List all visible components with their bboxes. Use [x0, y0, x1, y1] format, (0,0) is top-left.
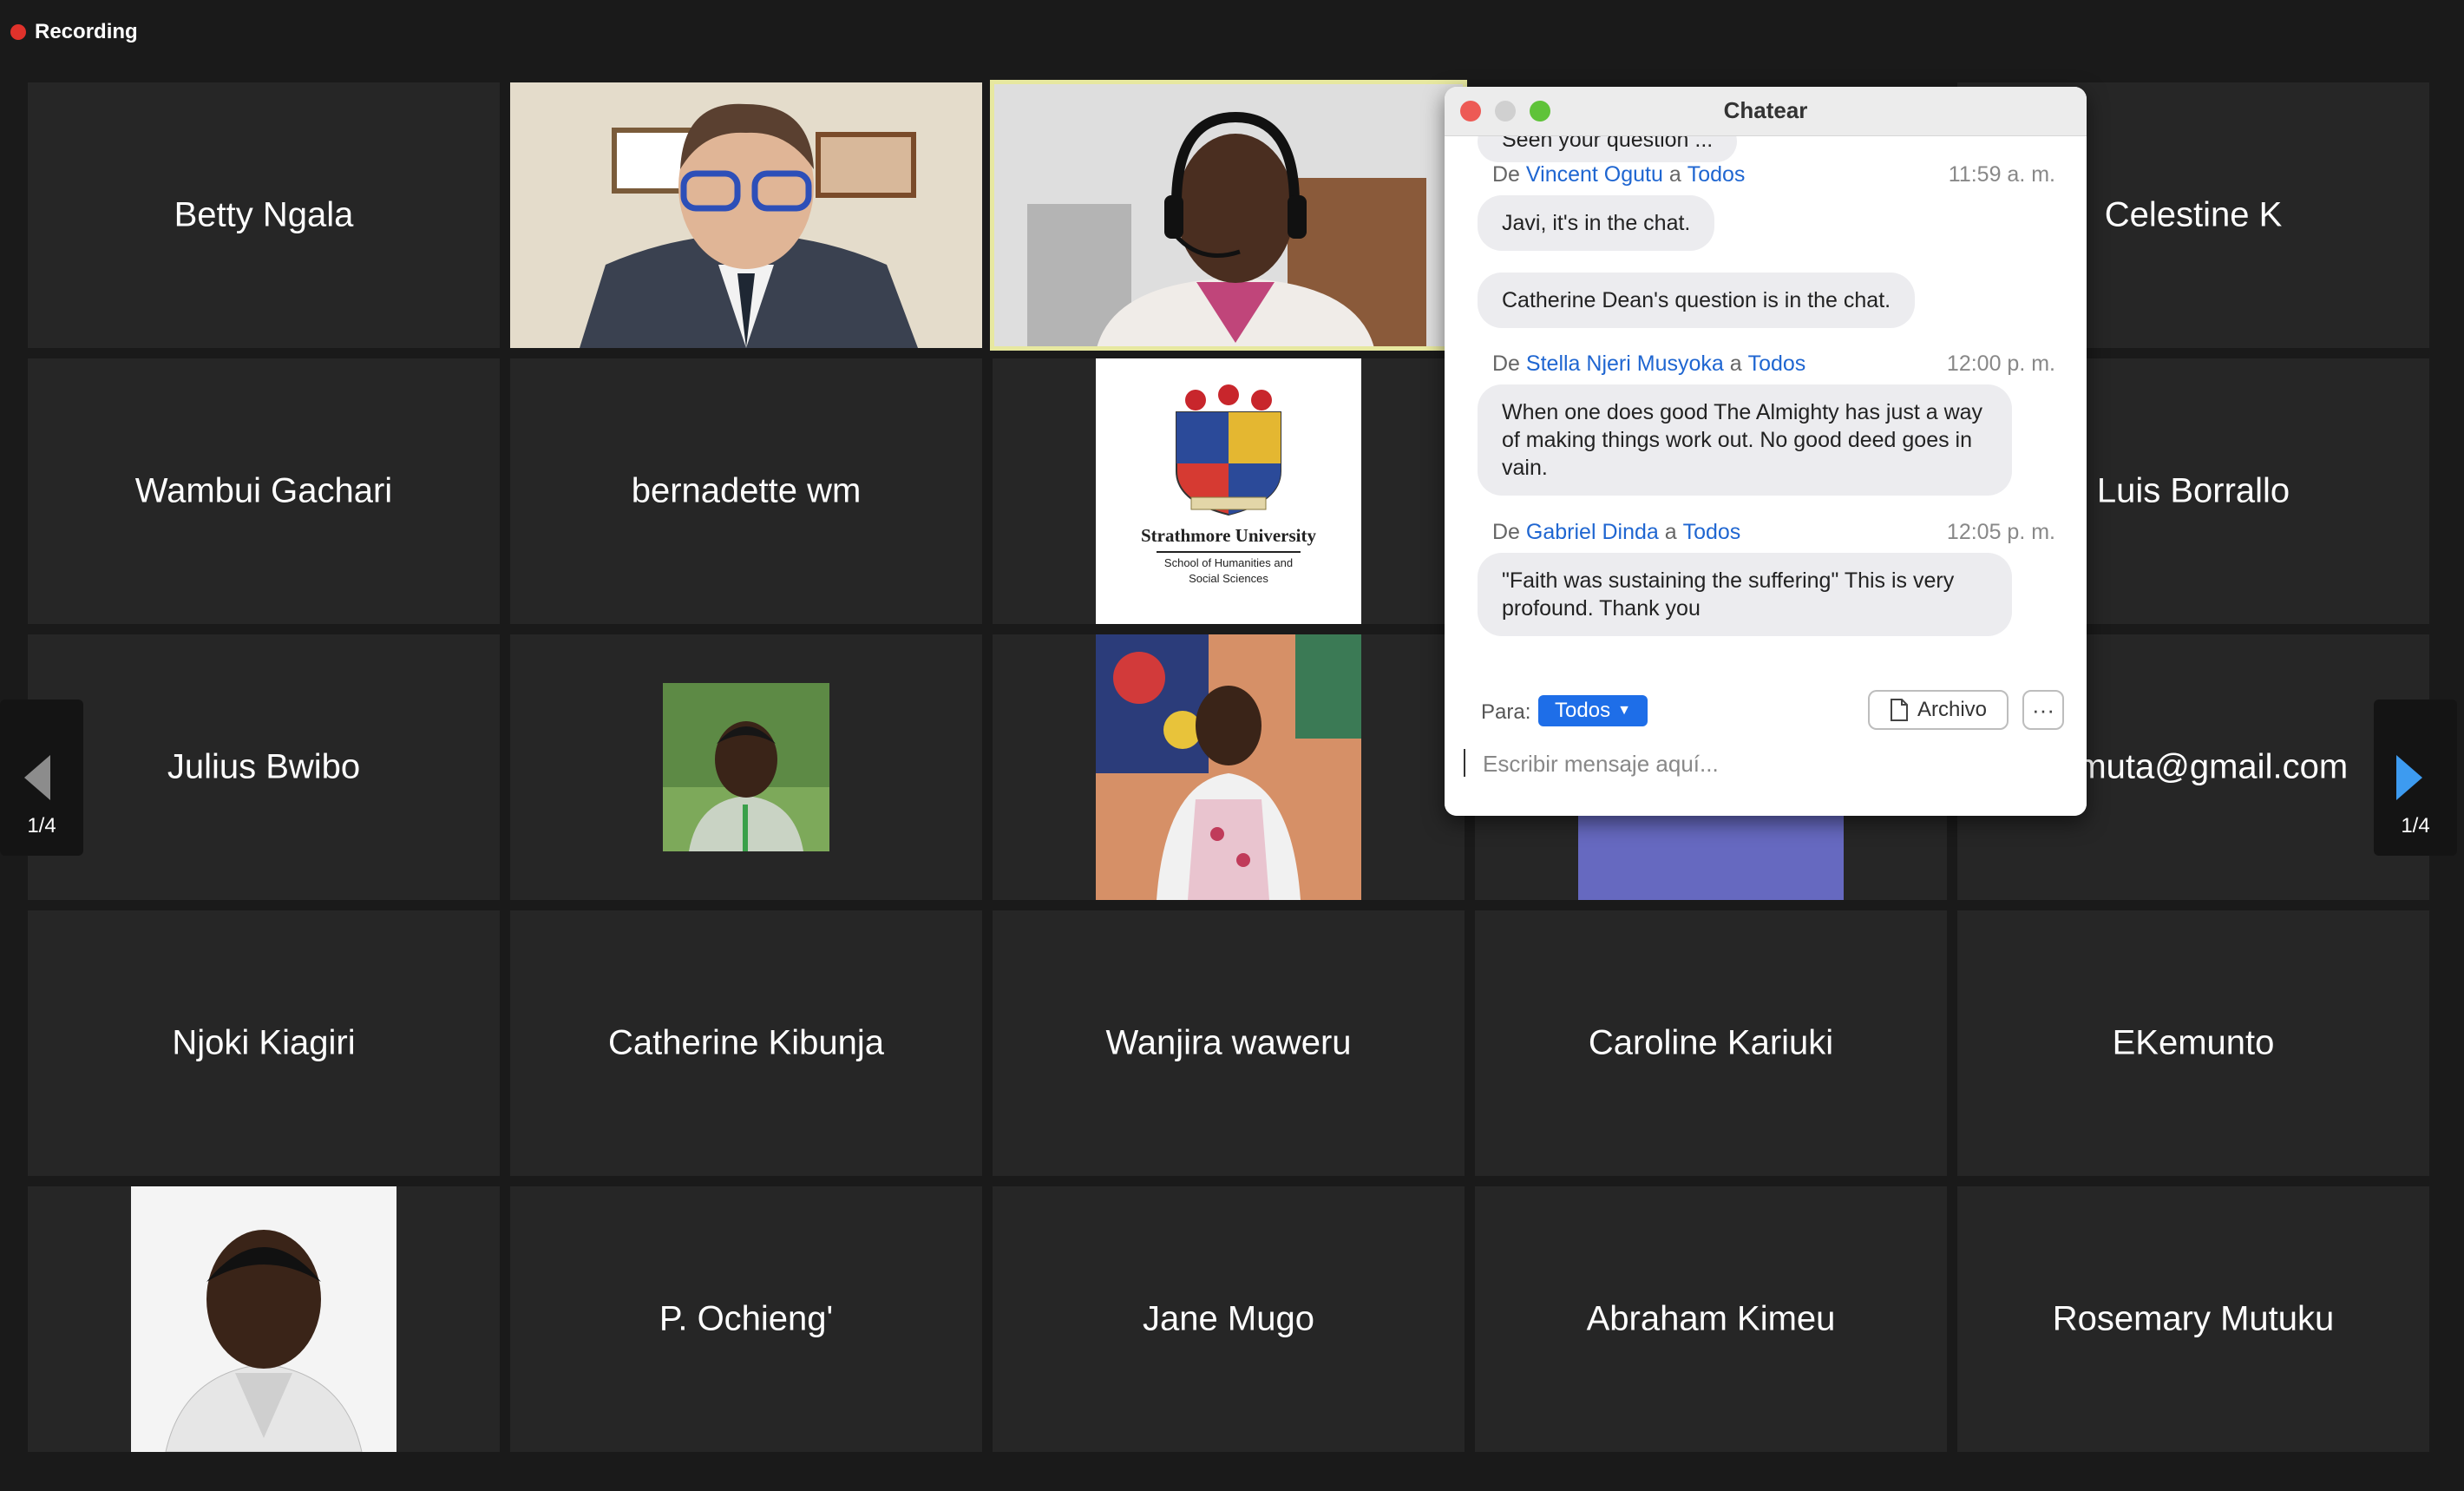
- logo-divider: [1157, 551, 1301, 553]
- avatar: [663, 683, 829, 851]
- participant-name: Catherine Kibunja: [608, 1023, 884, 1062]
- logo-university-name: Strathmore University: [1141, 525, 1316, 546]
- recipient-dropdown[interactable]: Todos ▼: [1538, 695, 1648, 726]
- more-options-button[interactable]: ···: [2022, 690, 2064, 730]
- more-icon: ···: [2032, 696, 2054, 723]
- participant-name: Jane Mugo: [1143, 1299, 1314, 1338]
- chat-title: Chatear: [1723, 97, 1808, 123]
- participant-tile-rosemary[interactable]: Rosemary Mutuku: [1957, 1186, 2429, 1452]
- message-text: Seen your question ...: [1502, 136, 1714, 152]
- message-text: "Faith was sustaining the suffering" Thi…: [1502, 568, 1955, 621]
- message-recipient[interactable]: Todos: [1687, 162, 1746, 187]
- file-icon: [1890, 699, 1908, 721]
- message-from-label: De: [1492, 351, 1520, 376]
- participant-tile-caroline[interactable]: Caroline Kariuki: [1475, 910, 1947, 1176]
- message-bubble: When one does good The Almighty has just…: [1478, 384, 2012, 496]
- university-crest-icon: [1176, 384, 1281, 516]
- message-bubble: Catherine Dean's question is in the chat…: [1478, 273, 1916, 328]
- caret-down-icon: ▼: [1617, 703, 1631, 718]
- page-indicator: 1/4: [27, 814, 56, 837]
- arrow-left-icon: [24, 755, 50, 800]
- participant-tile-njoki[interactable]: Njoki Kiagiri: [28, 910, 500, 1176]
- message-header: De Vincent Ogutu a Todos 11:59 a. m.: [1492, 162, 2055, 187]
- participant-name: Caroline Kariuki: [1588, 1023, 1834, 1062]
- message-time: 12:00 p. m.: [1946, 351, 2055, 376]
- record-dot-icon: [10, 24, 26, 40]
- strathmore-logo: Strathmore University School of Humaniti…: [1096, 358, 1361, 624]
- participant-tile-avatar-woman[interactable]: [993, 634, 1465, 900]
- participant-tile-julius[interactable]: Julius Bwibo: [28, 634, 500, 900]
- participant-name: bernadette wm: [631, 471, 862, 510]
- participant-name: Abraham Kimeu: [1586, 1299, 1836, 1338]
- message-to-label: a: [1729, 351, 1742, 376]
- message-bubble: "Faith was sustaining the suffering" Thi…: [1478, 553, 2012, 636]
- participant-tile-avatar-man[interactable]: [510, 634, 982, 900]
- participant-name: Wanjira waweru: [1105, 1023, 1352, 1062]
- participant-tile-betty[interactable]: Betty Ngala: [28, 82, 500, 348]
- participant-tile-avatar-portrait[interactable]: [28, 1186, 500, 1452]
- file-button-label: Archivo: [1917, 698, 1988, 721]
- message-sender[interactable]: Gabriel Dinda: [1526, 520, 1659, 545]
- chat-messages[interactable]: Seen your question ... De Vincent Ogutu …: [1445, 136, 2087, 744]
- participant-tile-ekemunto[interactable]: EKemunto: [1957, 910, 2429, 1176]
- participant-tile-bernadette[interactable]: bernadette wm: [510, 358, 982, 624]
- previous-page-button[interactable]: 1/4: [0, 700, 83, 856]
- chat-composer: Para: Todos ▼ Archivo ···: [1445, 690, 2087, 816]
- message-bubble-partial: Seen your question ...: [1478, 136, 1738, 162]
- video-frame-man: [510, 82, 982, 348]
- file-button[interactable]: Archivo: [1868, 690, 2009, 730]
- avatar: [1096, 634, 1361, 900]
- chat-titlebar[interactable]: Chatear: [1445, 87, 2087, 136]
- participant-tile-strathmore[interactable]: Strathmore University School of Humaniti…: [993, 358, 1465, 624]
- recipient-value: Todos: [1555, 699, 1611, 722]
- message-text: Javi, it's in the chat.: [1502, 211, 1691, 235]
- recipient-label: Para:: [1481, 700, 1531, 724]
- message-sender[interactable]: Stella Njeri Musyoka: [1526, 351, 1724, 377]
- participant-tile-catherine[interactable]: Catherine Kibunja: [510, 910, 982, 1176]
- message-to-label: a: [1668, 162, 1681, 187]
- message-to-label: a: [1664, 520, 1677, 544]
- participant-name: EKemunto: [2112, 1023, 2275, 1062]
- participant-name: Betty Ngala: [174, 195, 354, 234]
- participant-tile-jane[interactable]: Jane Mugo: [993, 1186, 1465, 1452]
- message-recipient[interactable]: Todos: [1683, 520, 1741, 545]
- participant-name: Njoki Kiagiri: [172, 1023, 356, 1062]
- logo-school-line2: Social Sciences: [1189, 572, 1268, 585]
- message-from-label: De: [1492, 520, 1520, 544]
- participant-tile-ochieng[interactable]: P. Ochieng': [510, 1186, 982, 1452]
- message-recipient[interactable]: Todos: [1748, 351, 1806, 377]
- message-sender[interactable]: Vincent Ogutu: [1526, 162, 1663, 187]
- video-frame-woman-headset: [993, 82, 1465, 348]
- recording-indicator: Recording: [10, 17, 138, 47]
- participant-tile-wambui[interactable]: Wambui Gachari: [28, 358, 500, 624]
- participant-tile-wanjira[interactable]: Wanjira waweru: [993, 910, 1465, 1176]
- message-header: De Gabriel Dinda a Todos 12:05 p. m.: [1492, 520, 2055, 545]
- message-header: De Stella Njeri Musyoka a Todos 12:00 p.…: [1492, 351, 2055, 377]
- message-text: When one does good The Almighty has just…: [1502, 400, 1983, 480]
- message-from-label: De: [1492, 162, 1520, 187]
- recording-label: Recording: [35, 20, 138, 43]
- participant-name: Wambui Gachari: [134, 471, 393, 510]
- participant-video-man-glasses[interactable]: [510, 82, 982, 348]
- message-time: 11:59 a. m.: [1948, 162, 2055, 187]
- message-bubble: Javi, it's in the chat.: [1478, 195, 1715, 251]
- participant-video-active-speaker[interactable]: [990, 80, 1467, 351]
- arrow-right-icon: [2396, 755, 2422, 800]
- message-time: 12:05 p. m.: [1946, 520, 2055, 544]
- chat-window[interactable]: Chatear Seen your question ... De Vincen…: [1445, 87, 2087, 816]
- participant-name: Rosemary Mutuku: [2052, 1299, 2335, 1338]
- logo-school-line1: School of Humanities and: [1163, 556, 1294, 569]
- participant-tile-abraham[interactable]: Abraham Kimeu: [1475, 1186, 1947, 1452]
- participant-name: P. Ochieng': [659, 1299, 834, 1338]
- next-page-button[interactable]: 1/4: [2374, 700, 2457, 856]
- message-input[interactable]: [1462, 742, 2069, 785]
- avatar: [131, 1186, 396, 1452]
- participant-name: Julius Bwibo: [167, 747, 361, 786]
- message-text: Catherine Dean's question is in the chat…: [1502, 288, 1891, 312]
- page-indicator: 1/4: [2401, 814, 2430, 837]
